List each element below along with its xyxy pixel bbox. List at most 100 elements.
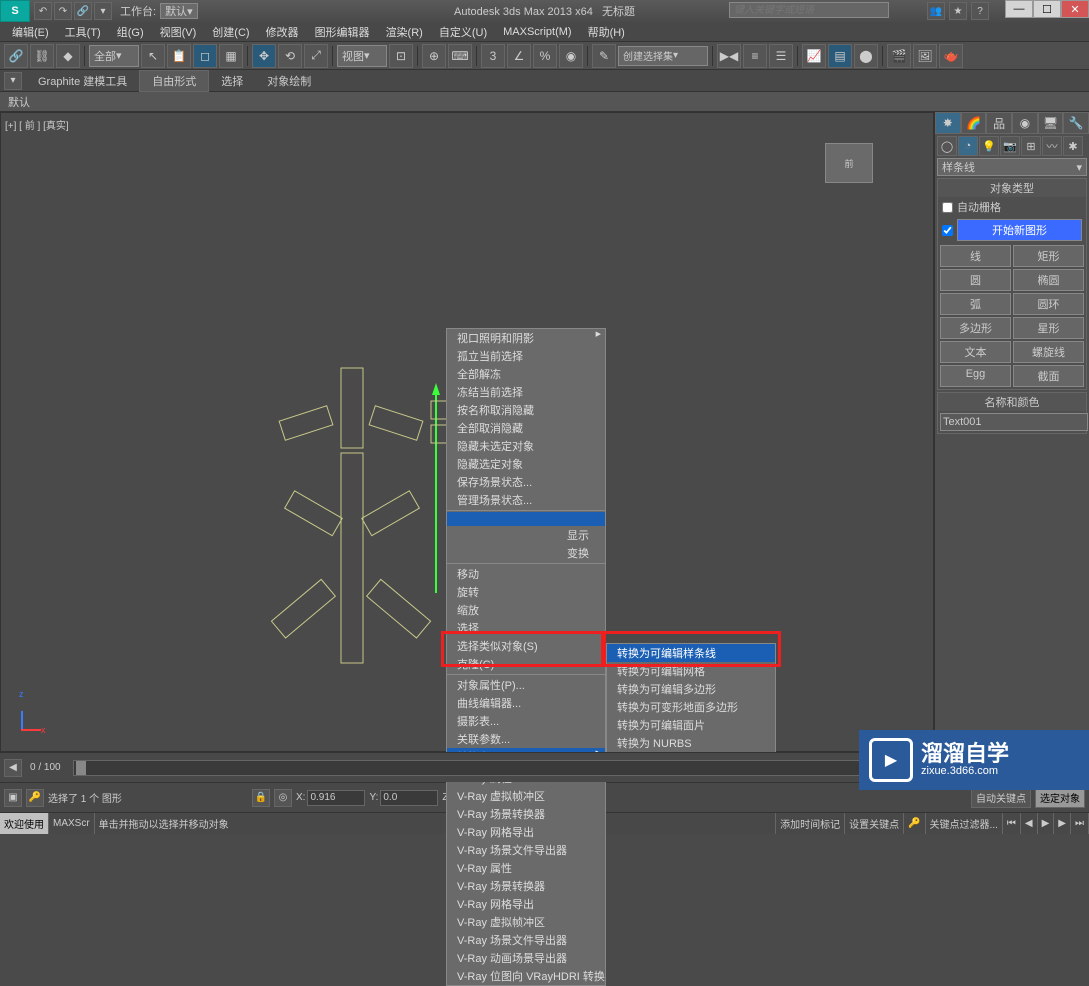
ctx-hide-unsel[interactable]: 隐藏未选定对象 [447,437,605,455]
spinner-snap-icon[interactable]: ◉ [559,44,583,68]
spacewarps-icon[interactable]: 〰 [1042,136,1062,156]
btn-arc[interactable]: 弧 [940,293,1011,315]
named-sel-icon[interactable]: ✎ [592,44,616,68]
selected-button[interactable]: 选定对象 [1035,787,1085,808]
ctx-vray-scene-exp[interactable]: V-Ray 场景文件导出器 [447,841,605,859]
curve-editor-icon[interactable]: 📈 [802,44,826,68]
qat-dd[interactable]: ▾ [94,2,112,20]
autogrid-check[interactable] [942,202,953,213]
close-button[interactable]: ✕ [1061,0,1089,18]
qat-redo[interactable]: ↷ [54,2,72,20]
star-icon[interactable]: ★ [949,2,967,20]
mirror-icon[interactable]: ▶◀ [717,44,741,68]
menu-modifiers[interactable]: 修改器 [258,24,307,40]
layer-icon[interactable]: ☰ [769,44,793,68]
qat-undo[interactable]: ↶ [34,2,52,20]
coord-x[interactable] [307,790,365,806]
tab-hierarchy-icon[interactable]: 品 [986,112,1012,134]
menu-edit[interactable]: 编辑(E) [4,24,57,40]
ctx-wire-params[interactable]: 关联参数... [447,730,605,748]
tab-modify-icon[interactable]: 🌈 [961,112,987,134]
key-mode-icon[interactable]: 🔑 [26,789,44,807]
rotate-icon[interactable]: ⟲ [278,44,302,68]
ctx-dope-sheet[interactable]: 摄影表... [447,712,605,730]
play-next-icon[interactable]: ▶ [1054,813,1071,834]
btn-ellipse[interactable]: 椭圆 [1013,269,1084,291]
workspace-selector[interactable]: 默认 ▾ [160,3,198,19]
tab-create-icon[interactable]: ✸ [935,112,961,134]
rollout-object-type[interactable]: 对象类型 [938,179,1086,197]
lock-icon[interactable]: 🔒 [252,789,270,807]
ctx-vray-mesh-exp[interactable]: V-Ray 网格导出 [447,823,605,841]
menu-view[interactable]: 视图(V) [152,24,205,40]
ctx-unfreeze-all[interactable]: 全部解冻 [447,365,605,383]
tab-selection[interactable]: 选择 [209,71,255,91]
select-icon[interactable]: ↖ [141,44,165,68]
ctx-isolate[interactable]: 孤立当前选择 [447,347,605,365]
shapes-icon[interactable]: ◔ [958,136,978,156]
selection-filter[interactable]: 全部 ▾ [89,45,139,67]
menu-create[interactable]: 创建(C) [204,24,257,40]
object-name-input[interactable] [940,413,1088,431]
link-icon[interactable]: 🔗 [4,44,28,68]
ctx-vray-anim-exp[interactable]: V-Ray 动画场景导出器 [447,949,605,967]
ctx-rotate[interactable]: 旋转 [447,583,605,601]
menu-render[interactable]: 渲染(R) [378,24,431,40]
setkey-button[interactable]: 设置关键点 [845,813,904,834]
render-frame-icon[interactable]: 🖼 [913,44,937,68]
convert-nurbs[interactable]: 转换为 NURBS [607,734,775,752]
menu-maxscript[interactable]: MAXScript(M) [495,26,579,38]
play-start-icon[interactable]: ⏮ [1003,813,1021,834]
unlink-icon[interactable]: ⛓ [30,44,54,68]
play-end-icon[interactable]: ⏭ [1071,813,1089,834]
material-icon[interactable]: ⬤ [854,44,878,68]
manip-icon[interactable]: ⊕ [422,44,446,68]
bind-icon[interactable]: ◆ [56,44,80,68]
lights-icon[interactable]: 💡 [979,136,999,156]
iso-icon[interactable]: ◎ [274,789,292,807]
maximize-button[interactable]: ☐ [1033,0,1061,18]
btn-ngon[interactable]: 多边形 [940,317,1011,339]
minimize-button[interactable]: — [1005,0,1033,18]
ctx-viewport-lighting[interactable]: 视口照明和阴影 [447,329,605,347]
convert-patch[interactable]: 转换为可编辑面片 [607,716,775,734]
ctx-freeze-sel[interactable]: 冻结当前选择 [447,383,605,401]
tab-motion-icon[interactable]: ◉ [1012,112,1038,134]
snap-icon[interactable]: 3 [481,44,505,68]
tab-freeform[interactable]: 自由形式 [139,70,209,92]
viewcube[interactable]: 前 [825,143,873,183]
select-rect-icon[interactable]: ◻ [193,44,217,68]
tab-display-icon[interactable]: 🖥 [1038,112,1064,134]
tab-graphite[interactable]: Graphite 建模工具 [26,71,139,91]
keyboard-icon[interactable]: ⌨ [448,44,472,68]
ctx-vray-scene-conv[interactable]: V-Ray 场景转换器 [447,805,605,823]
add-time-tag[interactable]: 添加时间标记 [776,813,845,834]
ctx-vray-scene-conv2[interactable]: V-Ray 场景转换器 [447,877,605,895]
menu-graph[interactable]: 图形编辑器 [307,24,378,40]
ctx-hide-sel[interactable]: 隐藏选定对象 [447,455,605,473]
percent-snap-icon[interactable]: % [533,44,557,68]
shape-category-dd[interactable]: 样条线▾ [937,158,1087,176]
cameras-icon[interactable]: 📷 [1000,136,1020,156]
ctx-vray-scene-exp2[interactable]: V-Ray 场景文件导出器 [447,931,605,949]
btn-section[interactable]: 截面 [1013,365,1084,387]
ctx-obj-props[interactable]: 对象属性(P)... [447,676,605,694]
convert-poly[interactable]: 转换为可编辑多边形 [607,680,775,698]
play-icon[interactable]: ▶ [1038,813,1055,834]
menu-tools[interactable]: 工具(T) [57,24,109,40]
btn-egg[interactable]: Egg [940,365,1011,387]
schematic-icon[interactable]: ▤ [828,44,852,68]
ctx-vray-vfb[interactable]: V-Ray 虚拟帧冲区 [447,787,605,805]
start-new-shape-button[interactable]: 开始新图形 [957,219,1082,241]
selection-set-dd[interactable]: 创建选择集 ▾ [618,46,708,66]
ctx-vray-props2[interactable]: V-Ray 属性 [447,859,605,877]
ctx-unhide-name[interactable]: 按名称取消隐藏 [447,401,605,419]
tab-utilities-icon[interactable]: 🔧 [1063,112,1089,134]
btn-line[interactable]: 线 [940,245,1011,267]
render-setup-icon[interactable]: 🎬 [887,44,911,68]
menu-group[interactable]: 组(G) [109,24,152,40]
align-icon[interactable]: ≡ [743,44,767,68]
angle-snap-icon[interactable]: ∠ [507,44,531,68]
window-cross-icon[interactable]: ▦ [219,44,243,68]
ribbon-toggle-icon[interactable]: ▾ [4,72,22,90]
